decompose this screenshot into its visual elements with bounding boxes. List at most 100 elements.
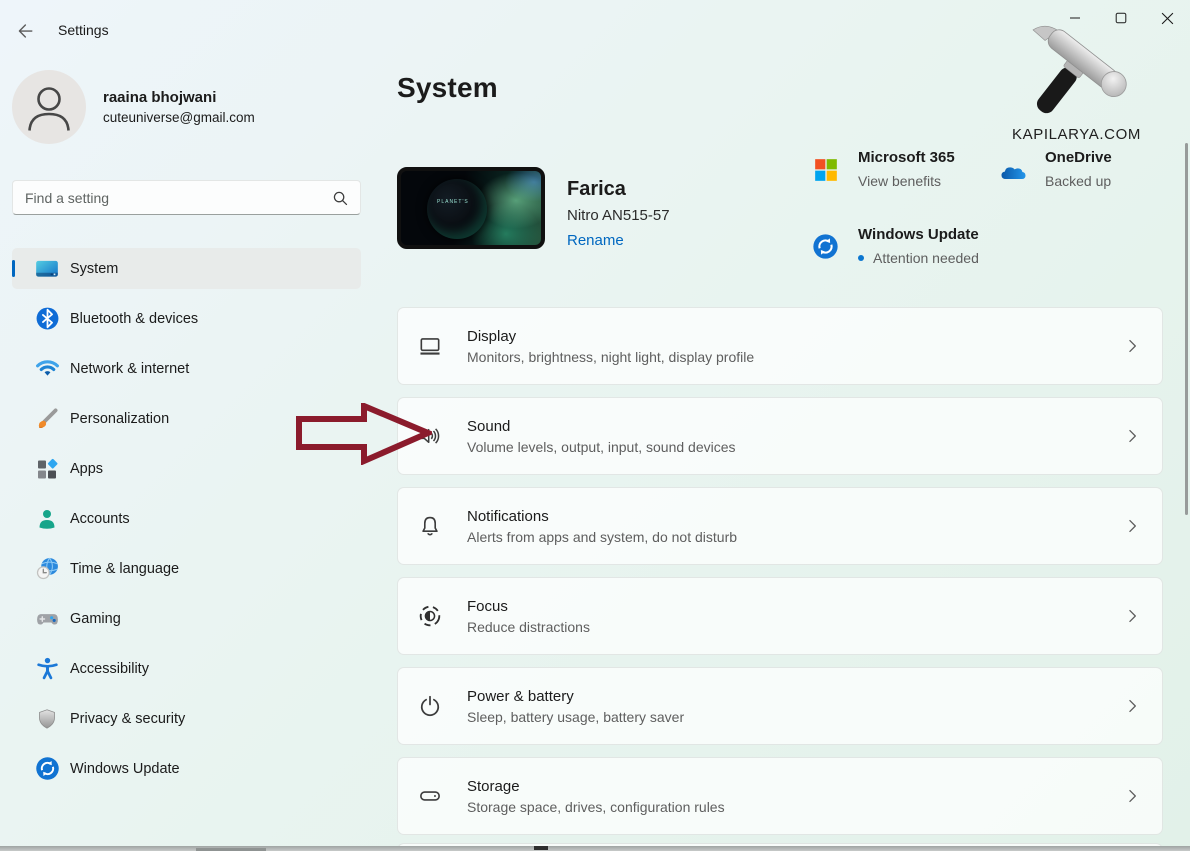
account-profile[interactable]: raaina bhojwani cuteuniverse@gmail.com: [12, 70, 255, 144]
card-text: Sound Volume levels, output, input, soun…: [467, 418, 736, 455]
clock-globe-icon: [34, 556, 60, 582]
card-notifications[interactable]: Notifications Alerts from apps and syste…: [397, 487, 1163, 565]
sidebar-item-accounts[interactable]: Accounts: [12, 498, 361, 539]
wifi-icon: [34, 356, 60, 382]
wallpaper-logo-text: PLANET'S: [437, 199, 469, 205]
sidebar-item-system[interactable]: System: [12, 248, 361, 289]
sidebar-item-label: Accessibility: [70, 661, 149, 677]
sidebar-item-label: Apps: [70, 461, 103, 477]
windows-update-status-icon: [812, 233, 839, 260]
settings-card-list: Display Monitors, brightness, night ligh…: [397, 307, 1163, 847]
microsoft-365-tile[interactable]: Microsoft 365 View benefits: [858, 149, 955, 189]
rename-link[interactable]: Rename: [567, 232, 624, 249]
card-subtitle: Monitors, brightness, night light, displ…: [467, 349, 754, 365]
card-text: Display Monitors, brightness, night ligh…: [467, 328, 754, 365]
chevron-right-icon: [1122, 786, 1142, 806]
card-title: Storage: [467, 778, 725, 795]
close-icon: [1161, 12, 1174, 25]
sidebar-nav: System Bluetooth & devices Network & int…: [12, 248, 361, 798]
sidebar-item-label: Windows Update: [70, 761, 180, 777]
card-title: Power & battery: [467, 688, 684, 705]
page-title: System: [397, 72, 498, 104]
card-subtitle: Storage space, drives, configuration rul…: [467, 799, 725, 815]
sidebar-item-bluetooth-devices[interactable]: Bluetooth & devices: [12, 298, 361, 339]
sidebar-item-gaming[interactable]: Gaming: [12, 598, 361, 639]
sidebar-item-network-internet[interactable]: Network & internet: [12, 348, 361, 389]
sidebar-item-label: Personalization: [70, 411, 169, 427]
tile-title: OneDrive: [1045, 149, 1112, 166]
device-wallpaper-thumbnail: PLANET'S: [397, 167, 545, 249]
card-title: Focus: [467, 598, 590, 615]
profile-text: raaina bhojwani cuteuniverse@gmail.com: [103, 89, 255, 125]
chevron-right-icon: [1122, 606, 1142, 626]
profile-email: cuteuniverse@gmail.com: [103, 110, 255, 125]
profile-name: raaina bhojwani: [103, 89, 255, 106]
search-box: [12, 180, 361, 215]
card-text: Focus Reduce distractions: [467, 598, 590, 635]
watermark-text: KAPILARYA.COM: [1012, 126, 1152, 143]
scrollbar-thumb[interactable]: [1185, 143, 1188, 515]
card-text: Power & battery Sleep, battery usage, ba…: [467, 688, 684, 725]
taskbar-edge: [0, 846, 1190, 851]
chevron-right-icon: [1122, 516, 1142, 536]
avatar: [12, 70, 86, 144]
system-icon: [34, 256, 60, 282]
sidebar-item-label: Network & internet: [70, 361, 189, 377]
card-focus[interactable]: Focus Reduce distractions: [397, 577, 1163, 655]
sidebar-item-time-language[interactable]: Time & language: [12, 548, 361, 589]
card-sound[interactable]: Sound Volume levels, output, input, soun…: [397, 397, 1163, 475]
hammer-watermark-icon: [1022, 22, 1140, 126]
card-title: Sound: [467, 418, 736, 435]
shield-icon: [34, 706, 60, 732]
sidebar-item-label: Gaming: [70, 611, 121, 627]
card-subtitle: Alerts from apps and system, do not dist…: [467, 529, 737, 545]
chevron-right-icon: [1122, 336, 1142, 356]
planet-graphic: [427, 179, 487, 239]
search-input[interactable]: [13, 181, 331, 214]
card-storage[interactable]: Storage Storage space, drives, configura…: [397, 757, 1163, 835]
sidebar-item-label: Accounts: [70, 511, 130, 527]
windows-update-icon: [34, 756, 60, 782]
card-text: Notifications Alerts from apps and syste…: [467, 508, 737, 545]
card-title: Display: [467, 328, 754, 345]
sidebar-item-label: Time & language: [70, 561, 179, 577]
apps-icon: [34, 456, 60, 482]
chevron-right-icon: [1122, 426, 1142, 446]
accessibility-person-icon: [34, 656, 60, 682]
card-text: Storage Storage space, drives, configura…: [467, 778, 725, 815]
back-arrow-icon: [13, 20, 35, 42]
window-title: Settings: [58, 22, 109, 38]
sidebar-item-windows-update[interactable]: Windows Update: [12, 748, 361, 789]
power-icon: [417, 693, 443, 719]
card-display[interactable]: Display Monitors, brightness, night ligh…: [397, 307, 1163, 385]
accounts-person-icon: [34, 506, 60, 532]
display-icon: [417, 333, 443, 359]
sidebar-item-label: Bluetooth & devices: [70, 311, 198, 327]
back-button[interactable]: [10, 18, 38, 44]
tile-subtitle: Attention needed: [858, 250, 979, 266]
sidebar-item-apps[interactable]: Apps: [12, 448, 361, 489]
device-model: Nitro AN515-57: [567, 207, 670, 224]
sidebar-item-label: Privacy & security: [70, 711, 185, 727]
sidebar-item-accessibility[interactable]: Accessibility: [12, 648, 361, 689]
wallpaper-image: PLANET'S: [401, 171, 541, 245]
close-button[interactable]: [1144, 0, 1190, 36]
chevron-right-icon: [1122, 696, 1142, 716]
person-icon: [12, 70, 86, 144]
paintbrush-icon: [34, 406, 60, 432]
card-power-battery[interactable]: Power & battery Sleep, battery usage, ba…: [397, 667, 1163, 745]
bluetooth-icon: [34, 306, 60, 332]
attention-text: Attention needed: [873, 250, 979, 266]
sidebar-item-privacy-security[interactable]: Privacy & security: [12, 698, 361, 739]
tile-title: Windows Update: [858, 226, 979, 243]
card-subtitle: Reduce distractions: [467, 619, 590, 635]
storage-drive-icon: [417, 783, 443, 809]
sidebar-item-personalization[interactable]: Personalization: [12, 398, 361, 439]
tile-subtitle: View benefits: [858, 173, 955, 189]
onedrive-tile[interactable]: OneDrive Backed up: [1045, 149, 1112, 189]
attention-dot-icon: [858, 255, 864, 261]
onedrive-cloud-icon: [995, 159, 1031, 183]
card-subtitle: Volume levels, output, input, sound devi…: [467, 439, 736, 455]
windows-update-tile[interactable]: Windows Update Attention needed: [858, 226, 979, 266]
device-name: Farica: [567, 178, 626, 201]
